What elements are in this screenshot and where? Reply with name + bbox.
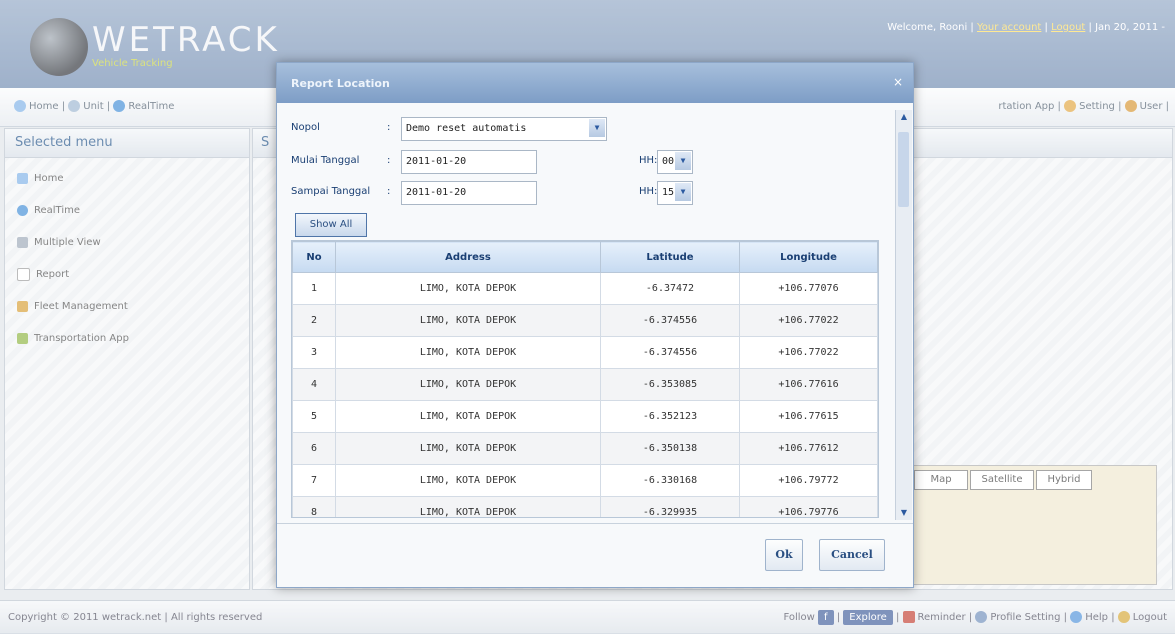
cell-latitude: -6.37472: [600, 272, 740, 305]
cancel-button[interactable]: Cancel: [819, 539, 885, 571]
report-dialog: Report Location × Nopol : Demo reset aut…: [276, 62, 914, 588]
nopol-value: Demo reset automatis: [406, 123, 527, 134]
cell-no: 2: [292, 304, 336, 337]
table-row[interactable]: 7 LIMO, KOTA DEPOK -6.330168 +106.79772: [292, 464, 878, 497]
cell-longitude: +106.77615: [739, 400, 878, 433]
mulai-date-input[interactable]: 2011-01-20: [401, 150, 537, 174]
mulai-hh-label: HH:: [639, 155, 658, 166]
col-header-address: Address: [335, 241, 601, 273]
ok-button[interactable]: Ok: [765, 539, 803, 571]
cell-longitude: +106.79772: [739, 464, 878, 497]
cell-latitude: -6.330168: [600, 464, 740, 497]
cell-latitude: -6.353085: [600, 368, 740, 401]
cell-no: 4: [292, 368, 336, 401]
cell-address: LIMO, KOTA DEPOK: [335, 272, 601, 305]
cell-longitude: +106.77022: [739, 336, 878, 369]
sampai-colon: :: [387, 186, 391, 197]
cell-no: 6: [292, 432, 336, 465]
mulai-label: Mulai Tanggal: [291, 155, 360, 166]
nopol-colon: :: [387, 122, 391, 133]
cell-no: 3: [292, 336, 336, 369]
table-row[interactable]: 2 LIMO, KOTA DEPOK -6.374556 +106.77022: [292, 304, 878, 337]
cell-address: LIMO, KOTA DEPOK: [335, 336, 601, 369]
cell-no: 5: [292, 400, 336, 433]
mulai-hh-value: 00: [662, 156, 675, 167]
cell-longitude: +106.77076: [739, 272, 878, 305]
sampai-date-input[interactable]: 2011-01-20: [401, 181, 537, 205]
cell-latitude: -6.350138: [600, 432, 740, 465]
chevron-down-icon: ▼: [589, 119, 605, 137]
close-icon[interactable]: ×: [891, 75, 905, 89]
cell-address: LIMO, KOTA DEPOK: [335, 368, 601, 401]
sampai-label: Sampai Tanggal: [291, 186, 371, 197]
dialog-title: Report Location: [291, 77, 390, 90]
cell-longitude: +106.77616: [739, 368, 878, 401]
nopol-select[interactable]: Demo reset automatis ▼: [401, 117, 607, 141]
cell-address: LIMO, KOTA DEPOK: [335, 496, 601, 517]
col-header-latitude: Latitude: [600, 241, 740, 273]
cell-address: LIMO, KOTA DEPOK: [335, 304, 601, 337]
table-row[interactable]: 3 LIMO, KOTA DEPOK -6.374556 +106.77022: [292, 336, 878, 369]
sampai-hh-select[interactable]: 15 ▼: [657, 181, 693, 205]
scroll-thumb[interactable]: [898, 132, 909, 207]
cell-longitude: +106.77612: [739, 432, 878, 465]
cell-longitude: +106.79776: [739, 496, 878, 517]
cell-no: 7: [292, 464, 336, 497]
chevron-down-icon: ▼: [675, 152, 691, 170]
show-all-button[interactable]: Show All: [295, 213, 367, 237]
table-row[interactable]: 8 LIMO, KOTA DEPOK -6.329935 +106.79776: [292, 496, 878, 517]
nopol-label: Nopol: [291, 122, 320, 133]
table-header-row: No Address Latitude Longitude: [292, 241, 878, 273]
chevron-down-icon: ▼: [675, 183, 691, 201]
dialog-scrollbar[interactable]: ▲ ▼: [895, 110, 912, 520]
scroll-up-icon[interactable]: ▲: [896, 110, 912, 124]
location-table: No Address Latitude Longitude 1 LIMO, KOT…: [291, 240, 879, 518]
cell-address: LIMO, KOTA DEPOK: [335, 464, 601, 497]
cell-address: LIMO, KOTA DEPOK: [335, 400, 601, 433]
cell-latitude: -6.374556: [600, 336, 740, 369]
cell-latitude: -6.329935: [600, 496, 740, 517]
cell-no: 8: [292, 496, 336, 517]
dialog-separator: [277, 523, 913, 524]
col-header-longitude: Longitude: [739, 241, 878, 273]
table-row[interactable]: 1 LIMO, KOTA DEPOK -6.37472 +106.77076: [292, 272, 878, 305]
cell-no: 1: [292, 272, 336, 305]
mulai-colon: :: [387, 155, 391, 166]
mulai-hh-select[interactable]: 00 ▼: [657, 150, 693, 174]
table-row[interactable]: 5 LIMO, KOTA DEPOK -6.352123 +106.77615: [292, 400, 878, 433]
cell-latitude: -6.352123: [600, 400, 740, 433]
table-row[interactable]: 6 LIMO, KOTA DEPOK -6.350138 +106.77612: [292, 432, 878, 465]
sampai-hh-value: 15: [662, 187, 675, 198]
cell-address: LIMO, KOTA DEPOK: [335, 432, 601, 465]
table-row[interactable]: 4 LIMO, KOTA DEPOK -6.353085 +106.77616: [292, 368, 878, 401]
cell-longitude: +106.77022: [739, 304, 878, 337]
scroll-down-icon[interactable]: ▼: [896, 506, 912, 520]
cell-latitude: -6.374556: [600, 304, 740, 337]
sampai-hh-label: HH:: [639, 186, 658, 197]
col-header-no: No: [292, 241, 336, 273]
